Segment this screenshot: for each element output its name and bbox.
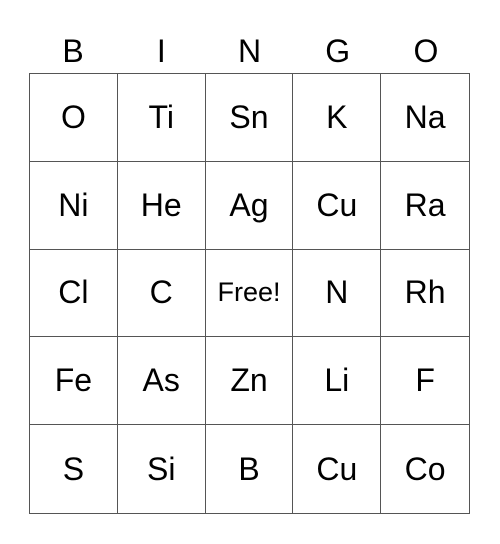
header-letter-o: O bbox=[413, 33, 439, 69]
bingo-cell[interactable]: Li bbox=[293, 337, 382, 426]
bingo-card: O Ti Sn K Na Ni He Ag Cu Ra Cl C Free! N… bbox=[29, 73, 470, 514]
bingo-cell[interactable]: S bbox=[30, 425, 118, 513]
bingo-cell[interactable]: Cl bbox=[30, 249, 118, 338]
header-letter-g: G bbox=[325, 33, 351, 69]
bingo-cell[interactable]: K bbox=[293, 74, 382, 162]
bingo-cell[interactable]: Cu bbox=[293, 161, 382, 250]
header-letter-b: B bbox=[62, 33, 84, 69]
bingo-cell[interactable]: B bbox=[206, 425, 294, 513]
bingo-cell[interactable]: Ti bbox=[117, 74, 206, 162]
bingo-cell[interactable]: C bbox=[117, 249, 206, 338]
bingo-cell[interactable]: N bbox=[293, 249, 382, 338]
bingo-cell[interactable]: F bbox=[381, 337, 469, 426]
header-letter-n: N bbox=[237, 33, 262, 69]
bingo-cell[interactable]: Fe bbox=[30, 337, 118, 426]
bingo-cell[interactable]: He bbox=[117, 161, 206, 250]
bingo-cell[interactable]: Si bbox=[118, 425, 206, 513]
bingo-cell[interactable]: Na bbox=[381, 74, 469, 162]
bingo-cell[interactable]: O bbox=[30, 74, 118, 162]
bingo-cell[interactable]: Rh bbox=[381, 250, 469, 338]
bingo-cell[interactable]: As bbox=[117, 337, 206, 426]
bingo-cell[interactable]: Co bbox=[381, 425, 469, 513]
bingo-cell[interactable]: Ni bbox=[30, 161, 118, 250]
header-letter-i: I bbox=[156, 33, 166, 69]
bingo-cell[interactable]: Sn bbox=[205, 74, 294, 162]
bingo-cell[interactable]: Cu bbox=[293, 425, 382, 513]
bingo-cell[interactable]: Ag bbox=[205, 161, 294, 250]
free-space-cell[interactable]: Free! bbox=[205, 249, 294, 338]
bingo-header: B I N G O bbox=[29, 30, 470, 72]
bingo-cell[interactable]: Zn bbox=[205, 337, 294, 426]
bingo-cell[interactable]: Ra bbox=[381, 162, 469, 250]
